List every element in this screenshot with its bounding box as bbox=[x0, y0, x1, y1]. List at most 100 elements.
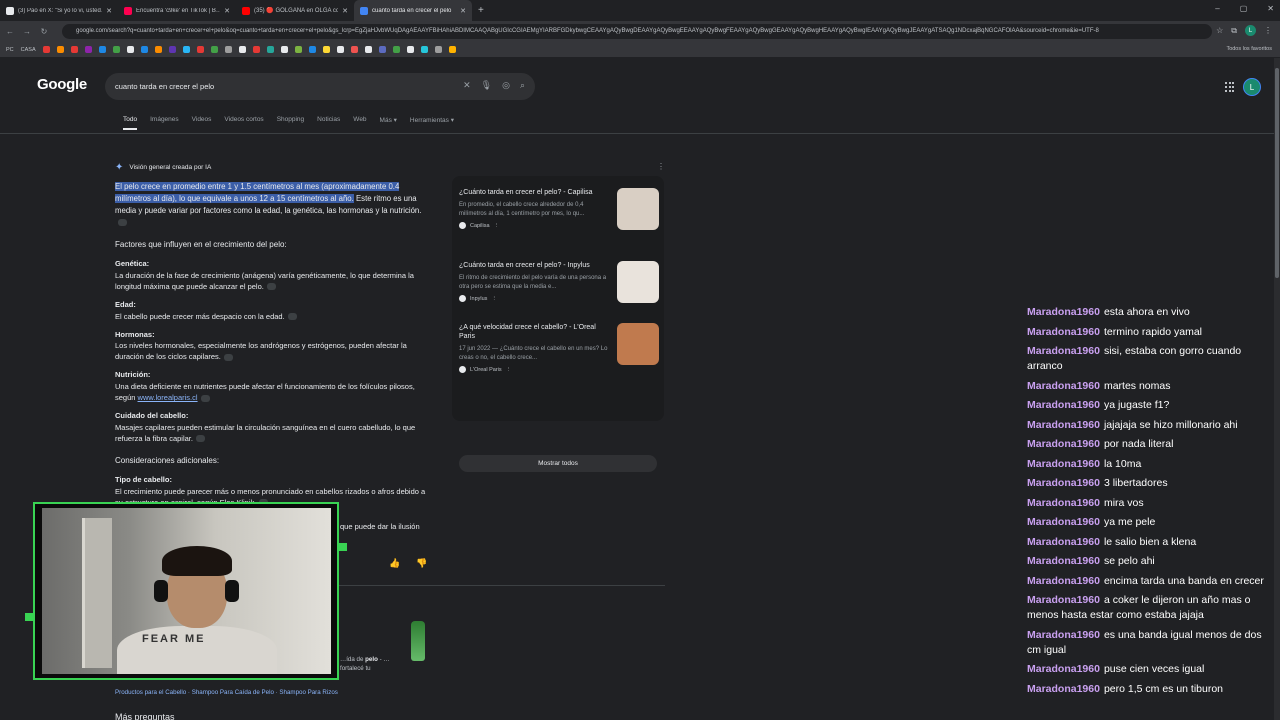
link-chip-icon[interactable] bbox=[200, 394, 210, 402]
bookmark-folder[interactable]: CASA bbox=[21, 47, 36, 53]
more-options-icon[interactable]: ⋮ bbox=[657, 162, 665, 171]
bookmark-favicon-icon[interactable] bbox=[420, 46, 428, 53]
show-all-button[interactable]: Mostrar todos bbox=[459, 455, 657, 472]
bookmark-favicon-icon[interactable] bbox=[434, 46, 442, 53]
bookmark-favicon-icon[interactable] bbox=[196, 46, 204, 53]
clear-icon[interactable]: ✕ bbox=[463, 80, 471, 91]
link-chip-icon[interactable] bbox=[287, 313, 297, 321]
source-title[interactable]: ¿Cuánto tarda en crecer el pelo? - Inpyl… bbox=[459, 261, 607, 270]
browser-tab[interactable]: (3) Pao en X: "Si yo lo vi, usted… ✕ bbox=[0, 0, 118, 21]
source-thumbnail[interactable] bbox=[617, 188, 659, 230]
bookmark-star-icon[interactable]: ☆ bbox=[1216, 26, 1223, 35]
forward-icon[interactable]: → bbox=[20, 27, 34, 36]
link-chip-icon[interactable] bbox=[223, 353, 233, 361]
back-icon[interactable]: ← bbox=[3, 27, 17, 36]
link-chip-icon[interactable] bbox=[195, 435, 205, 443]
source-card[interactable]: ¿Cuánto tarda en crecer el pelo? - Capil… bbox=[459, 188, 659, 230]
close-window-icon[interactable]: ✕ bbox=[1267, 4, 1274, 13]
chat-message: Maradona1960 sisi, estaba con gorro cuand… bbox=[1027, 344, 1272, 374]
all-bookmarks[interactable]: Todos los favoritos bbox=[1226, 46, 1272, 52]
bookmark-favicon-icon[interactable] bbox=[238, 46, 246, 53]
browser-tab[interactable]: cuanto tarda en crecer el pelo ✕ bbox=[354, 0, 472, 21]
search-tab[interactable]: Imágenes bbox=[150, 116, 179, 130]
bookmark-favicon-icon[interactable] bbox=[168, 46, 176, 53]
bookmark-favicon-icon[interactable] bbox=[182, 46, 190, 53]
search-tab[interactable]: Videos cortos bbox=[224, 116, 263, 130]
browser-tab[interactable]: (35) 🔴 GOLGANA en OLGA co… ✕ bbox=[236, 0, 354, 21]
bookmark-favicon-icon[interactable] bbox=[448, 46, 456, 53]
bookmark-favicon-icon[interactable] bbox=[112, 46, 120, 53]
product-image[interactable] bbox=[411, 621, 425, 661]
extensions-icon[interactable]: ⧉ bbox=[1231, 26, 1237, 36]
profile-avatar[interactable]: L bbox=[1245, 25, 1256, 36]
scrollbar-thumb[interactable] bbox=[1275, 68, 1279, 278]
search-tab[interactable]: Noticias bbox=[317, 116, 340, 130]
address-bar-row: ← → ↻ google.com/search?q=cuanto+tarda+e… bbox=[0, 21, 1280, 42]
more-options-icon[interactable]: ⋮ bbox=[506, 367, 512, 373]
link-chip-icon[interactable] bbox=[266, 283, 276, 291]
bookmark-favicon-icon[interactable] bbox=[322, 46, 330, 53]
bookmark-favicon-icon[interactable] bbox=[224, 46, 232, 53]
search-input[interactable]: cuanto tarda en crecer el pelo ✕ 🎙 ◎ ⌕ bbox=[105, 73, 535, 100]
ad-sitelinks[interactable]: Productos para el Cabello · Shampoo Para… bbox=[115, 689, 338, 696]
apps-grid-icon[interactable] bbox=[1225, 82, 1235, 92]
close-tab-icon[interactable]: ✕ bbox=[460, 7, 466, 15]
new-tab-button[interactable]: + bbox=[478, 5, 484, 16]
bookmark-favicon-icon[interactable] bbox=[406, 46, 414, 53]
link-chip-icon[interactable] bbox=[118, 218, 127, 226]
bookmark-favicon-icon[interactable] bbox=[364, 46, 372, 53]
bookmark-favicon-icon[interactable] bbox=[392, 46, 400, 53]
bookmark-favicon-icon[interactable] bbox=[350, 46, 358, 53]
reload-icon[interactable]: ↻ bbox=[37, 27, 51, 36]
bookmark-favicon-icon[interactable] bbox=[308, 46, 316, 53]
bookmark-favicon-icon[interactable] bbox=[280, 46, 288, 53]
search-tab[interactable]: Herramientas ▾ bbox=[410, 116, 454, 130]
close-tab-icon[interactable]: ✕ bbox=[224, 7, 230, 15]
more-options-icon[interactable]: ⋮ bbox=[491, 296, 497, 302]
search-tab[interactable]: Videos bbox=[192, 116, 212, 130]
search-tab[interactable]: Más ▾ bbox=[380, 116, 397, 130]
bookmark-favicon-icon[interactable] bbox=[294, 46, 302, 53]
bookmark-favicon-icon[interactable] bbox=[266, 46, 274, 53]
url-field[interactable]: google.com/search?q=cuanto+tarda+en+crec… bbox=[62, 24, 1212, 39]
source-card[interactable]: ¿A qué velocidad crece el cabello? - L'O… bbox=[459, 323, 659, 373]
bookmark-favicon-icon[interactable] bbox=[210, 46, 218, 53]
close-tab-icon[interactable]: ✕ bbox=[342, 7, 348, 15]
bookmark-favicon-icon[interactable] bbox=[70, 46, 78, 53]
bookmark-favicon-icon[interactable] bbox=[336, 46, 344, 53]
maximize-icon[interactable]: ▢ bbox=[1240, 4, 1248, 13]
source-title[interactable]: ¿Cuánto tarda en crecer el pelo? - Capil… bbox=[459, 188, 607, 197]
bookmark-favicon-icon[interactable] bbox=[98, 46, 106, 53]
close-tab-icon[interactable]: ✕ bbox=[106, 7, 112, 15]
tab-favicon-icon bbox=[6, 6, 14, 15]
menu-icon[interactable]: ⋮ bbox=[1264, 26, 1272, 35]
search-tab[interactable]: Todo bbox=[123, 116, 138, 130]
bookmark-favicon-icon[interactable] bbox=[154, 46, 162, 53]
bookmark-favicon-icon[interactable] bbox=[252, 46, 260, 53]
browser-tab[interactable]: Encuentra 'c9ke' en TikTok | B… ✕ bbox=[118, 0, 236, 21]
source-title[interactable]: ¿A qué velocidad crece el cabello? - L'O… bbox=[459, 323, 607, 341]
bookmark-favicon-icon[interactable] bbox=[42, 46, 50, 53]
bookmark-favicon-icon[interactable] bbox=[56, 46, 64, 53]
source-thumbnail[interactable] bbox=[617, 323, 659, 365]
more-options-icon[interactable]: ⋮ bbox=[494, 223, 500, 229]
thumbs-up-icon[interactable]: 👍 bbox=[389, 558, 400, 569]
thumbs-down-icon[interactable]: 👎 bbox=[416, 558, 427, 569]
bookmark-folder[interactable]: PC bbox=[6, 47, 14, 53]
google-logo[interactable]: Google bbox=[37, 76, 87, 93]
factor-item: Genética: La duración de la fase de crec… bbox=[115, 258, 433, 292]
search-tab[interactable]: Shopping bbox=[277, 116, 304, 130]
minimize-icon[interactable]: – bbox=[1215, 4, 1219, 13]
bookmark-favicon-icon[interactable] bbox=[126, 46, 134, 53]
account-avatar[interactable]: L bbox=[1243, 78, 1261, 96]
bookmark-favicon-icon[interactable] bbox=[378, 46, 386, 53]
source-link[interactable]: www.lorealparis.cl bbox=[138, 393, 198, 402]
search-tab[interactable]: Web bbox=[353, 116, 366, 130]
source-card[interactable]: ¿Cuánto tarda en crecer el pelo? - Inpyl… bbox=[459, 261, 659, 303]
search-icon[interactable]: ⌕ bbox=[520, 80, 525, 91]
lens-icon[interactable]: ◎ bbox=[502, 80, 510, 91]
bookmark-favicon-icon[interactable] bbox=[140, 46, 148, 53]
source-thumbnail[interactable] bbox=[617, 261, 659, 303]
mic-icon[interactable]: 🎙 bbox=[481, 80, 492, 91]
bookmark-favicon-icon[interactable] bbox=[84, 46, 92, 53]
